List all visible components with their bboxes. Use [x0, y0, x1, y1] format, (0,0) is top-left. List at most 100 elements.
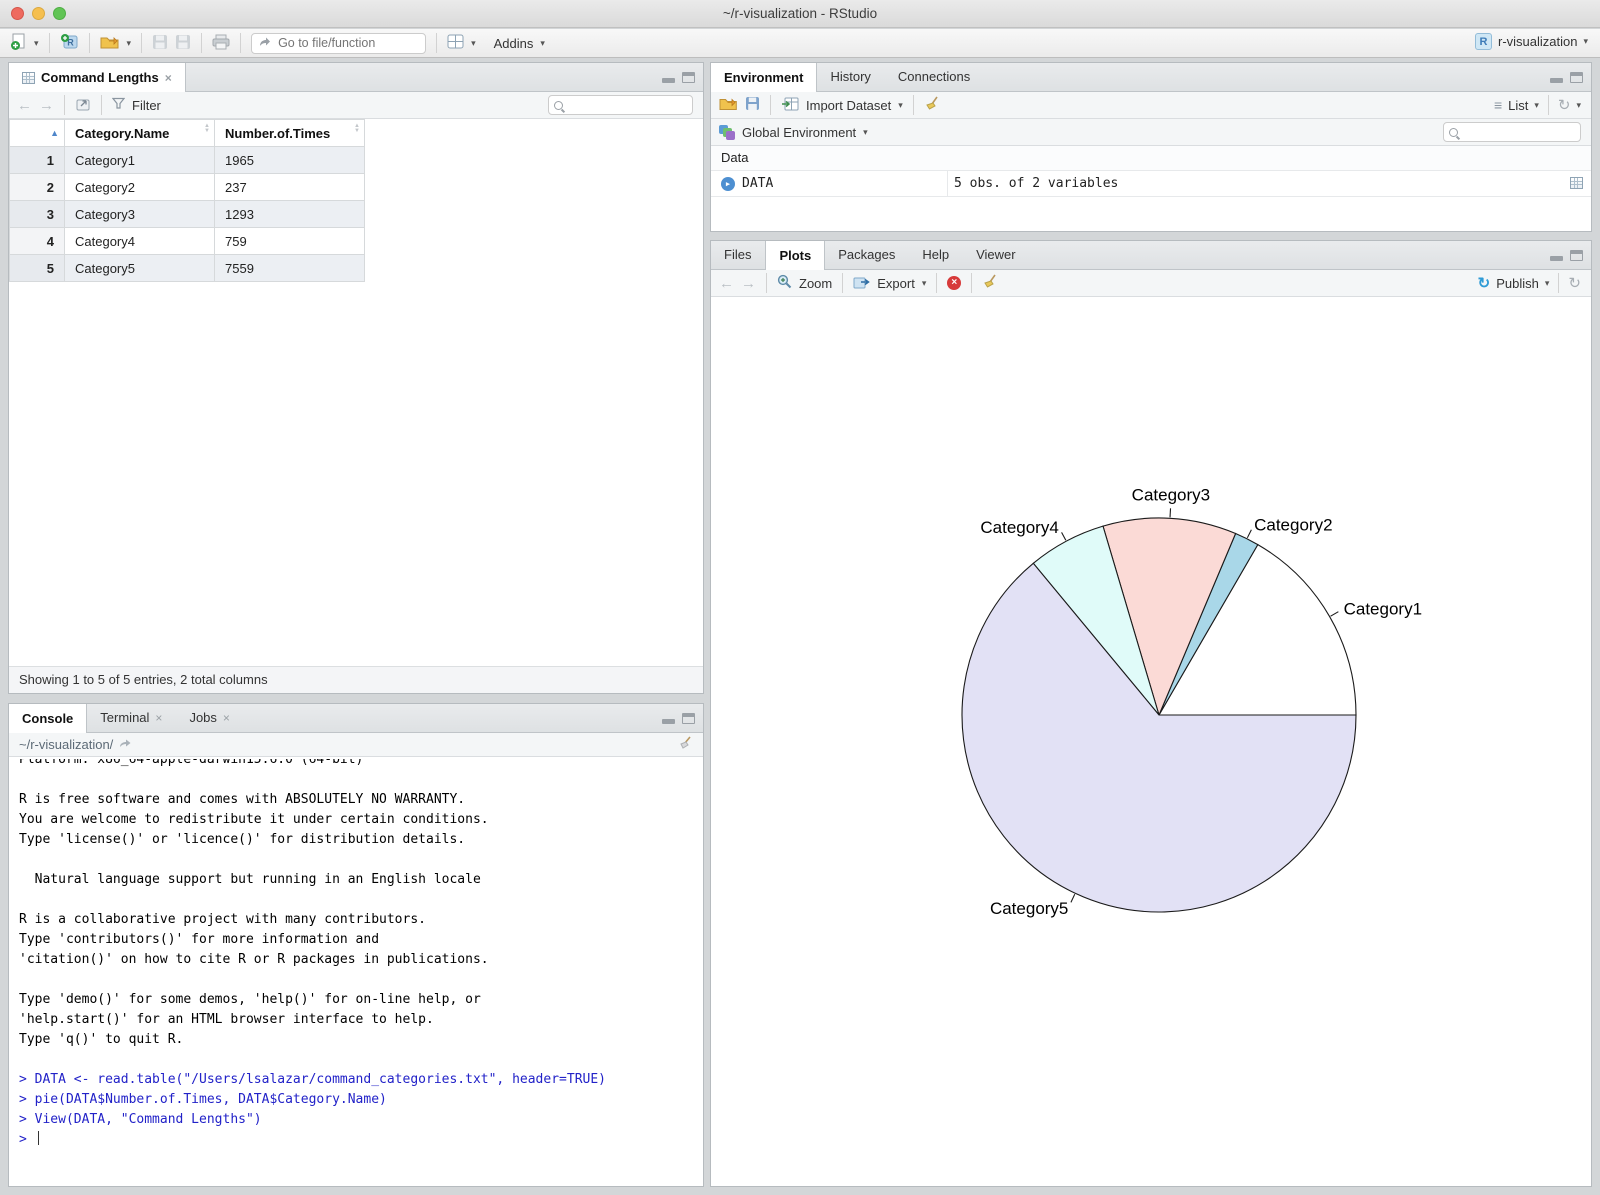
tab-terminal[interactable]: Terminal × — [87, 704, 176, 732]
sort-icons[interactable]: ▲ ▼ — [204, 123, 210, 134]
scope-selector[interactable]: Global Environment — [742, 125, 856, 140]
new-file-caret-icon[interactable]: ▾ — [34, 38, 39, 48]
table-row[interactable]: 2 Category2 237 — [9, 173, 365, 201]
pane-layout-caret-icon[interactable]: ▾ — [471, 38, 476, 48]
tab-connections[interactable]: Connections — [885, 63, 984, 91]
table-row[interactable]: 5 Category5 7559 — [9, 254, 365, 282]
addins-caret-icon[interactable]: ▾ — [540, 38, 545, 48]
maximize-pane-icon[interactable] — [682, 72, 695, 83]
close-icon[interactable]: × — [223, 704, 230, 732]
open-file-icon[interactable] — [100, 34, 120, 53]
tab-packages[interactable]: Packages — [825, 241, 909, 269]
list-view-label[interactable]: List — [1508, 98, 1528, 113]
tab-command-lengths[interactable]: Command Lengths × — [9, 63, 186, 92]
maximize-pane-icon[interactable] — [682, 713, 695, 724]
clear-console-icon[interactable] — [678, 736, 693, 753]
zoom-plot-icon[interactable] — [777, 274, 792, 292]
tab-jobs[interactable]: Jobs × — [176, 704, 243, 732]
pie-label: Category4 — [980, 518, 1058, 537]
import-dataset-icon[interactable] — [781, 97, 799, 114]
refresh-icon[interactable]: ↻ — [1558, 98, 1571, 113]
save-workspace-icon[interactable] — [745, 96, 760, 114]
sort-icons[interactable]: ▲ ▼ — [354, 123, 360, 134]
open-in-window-icon[interactable] — [75, 97, 91, 114]
refresh-plot-icon[interactable]: ↻ — [1568, 276, 1581, 291]
goto-file-box[interactable] — [251, 32, 427, 54]
console-output[interactable]: Platform: x86_64-apple-darwin15.6.0 (64-… — [9, 759, 703, 1186]
expand-object-icon[interactable]: ▶ — [721, 176, 735, 191]
table-search-box[interactable] — [548, 95, 693, 115]
console-output-line: Platform: x86_64-apple-darwin15.6.0 (64-… — [19, 759, 364, 767]
minimize-pane-icon[interactable] — [662, 77, 675, 83]
tab-console[interactable]: Console — [9, 704, 88, 733]
table-search-input[interactable] — [567, 97, 667, 113]
minimize-window-button[interactable] — [32, 7, 45, 20]
zoom-window-button[interactable] — [53, 7, 66, 20]
table-row[interactable]: 4 Category4 759 — [9, 227, 365, 255]
table-cell: 7559 — [214, 254, 365, 282]
filter-icon[interactable] — [111, 97, 126, 113]
table-row[interactable]: 3 Category3 1293 — [9, 200, 365, 228]
maximize-pane-icon[interactable] — [1570, 250, 1583, 261]
export-plot-label[interactable]: Export — [877, 276, 915, 291]
column-header-category-name[interactable]: Category.Name ▲ ▼ — [64, 119, 215, 147]
tab-plots[interactable]: Plots — [765, 241, 826, 270]
filter-label[interactable]: Filter — [132, 98, 161, 113]
goto-arrow-icon — [258, 36, 271, 51]
search-icon — [554, 100, 563, 110]
pane-layout-icon[interactable] — [447, 34, 464, 52]
zoom-plot-label[interactable]: Zoom — [799, 276, 832, 291]
console-path-bar: ~/r-visualization/ — [9, 733, 703, 757]
column-header-number-of-times[interactable]: Number.of.Times ▲ ▼ — [214, 119, 365, 147]
clear-plots-icon[interactable] — [982, 274, 998, 292]
refresh-caret-icon[interactable]: ▾ — [1576, 100, 1581, 110]
table-row[interactable]: 1 Category1 1965 — [9, 146, 365, 174]
list-view-icon[interactable]: ≡ — [1494, 97, 1502, 113]
project-chooser[interactable]: R r-visualization ▾ — [1474, 33, 1588, 50]
previous-plot-icon[interactable]: ← — [719, 276, 734, 291]
minimize-pane-icon[interactable] — [1550, 77, 1563, 83]
publish-button[interactable]: Publish — [1496, 276, 1539, 291]
export-plot-icon[interactable] — [853, 275, 871, 292]
environment-search-box[interactable] — [1443, 122, 1581, 142]
load-workspace-icon[interactable] — [719, 96, 738, 114]
goto-directory-icon[interactable] — [119, 737, 132, 752]
next-plot-icon[interactable]: → — [741, 276, 756, 291]
publish-caret-icon[interactable]: ▾ — [1545, 278, 1550, 288]
row-number-header[interactable]: ▲ — [9, 119, 65, 147]
print-icon[interactable] — [212, 34, 230, 53]
clear-environment-icon[interactable] — [924, 96, 940, 114]
import-dataset-button[interactable]: Import Dataset — [806, 98, 891, 113]
list-view-caret-icon[interactable]: ▾ — [1534, 100, 1539, 110]
environment-object-row[interactable]: ▶ DATA 5 obs. of 2 variables — [711, 171, 1591, 197]
export-caret-icon[interactable]: ▾ — [922, 278, 927, 288]
tab-files[interactable]: Files — [711, 241, 765, 269]
close-icon[interactable]: × — [155, 704, 162, 732]
view-table-icon[interactable] — [1570, 177, 1583, 189]
scope-caret-icon[interactable]: ▾ — [863, 127, 868, 137]
close-window-button[interactable] — [11, 7, 24, 20]
tab-history[interactable]: History — [817, 63, 884, 91]
remove-plot-icon[interactable]: × — [947, 276, 962, 290]
object-name: DATA — [742, 176, 774, 191]
console-output-line: You are welcome to redistribute it under… — [19, 812, 489, 827]
close-icon[interactable]: × — [165, 64, 172, 92]
forward-icon[interactable]: → — [39, 98, 54, 113]
addins-button[interactable]: Addins — [494, 36, 534, 51]
console-prompt[interactable]: > — [19, 1130, 703, 1150]
minimize-pane-icon[interactable] — [1550, 255, 1563, 261]
environment-search-input[interactable] — [1462, 124, 1562, 140]
import-dataset-caret-icon[interactable]: ▾ — [898, 100, 903, 110]
minimize-pane-icon[interactable] — [662, 718, 675, 724]
back-icon[interactable]: ← — [17, 98, 32, 113]
new-project-icon[interactable]: R — [60, 33, 79, 54]
goto-file-input[interactable] — [276, 35, 412, 51]
open-file-caret-icon[interactable]: ▾ — [127, 38, 132, 48]
new-file-icon[interactable] — [10, 33, 27, 54]
table-cell: 3 — [9, 200, 65, 228]
tab-environment[interactable]: Environment — [711, 63, 818, 92]
maximize-pane-icon[interactable] — [1570, 72, 1583, 83]
console-tabstrip: Console Terminal × Jobs × — [9, 704, 703, 733]
tab-viewer[interactable]: Viewer — [963, 241, 1030, 269]
tab-help[interactable]: Help — [909, 241, 963, 269]
